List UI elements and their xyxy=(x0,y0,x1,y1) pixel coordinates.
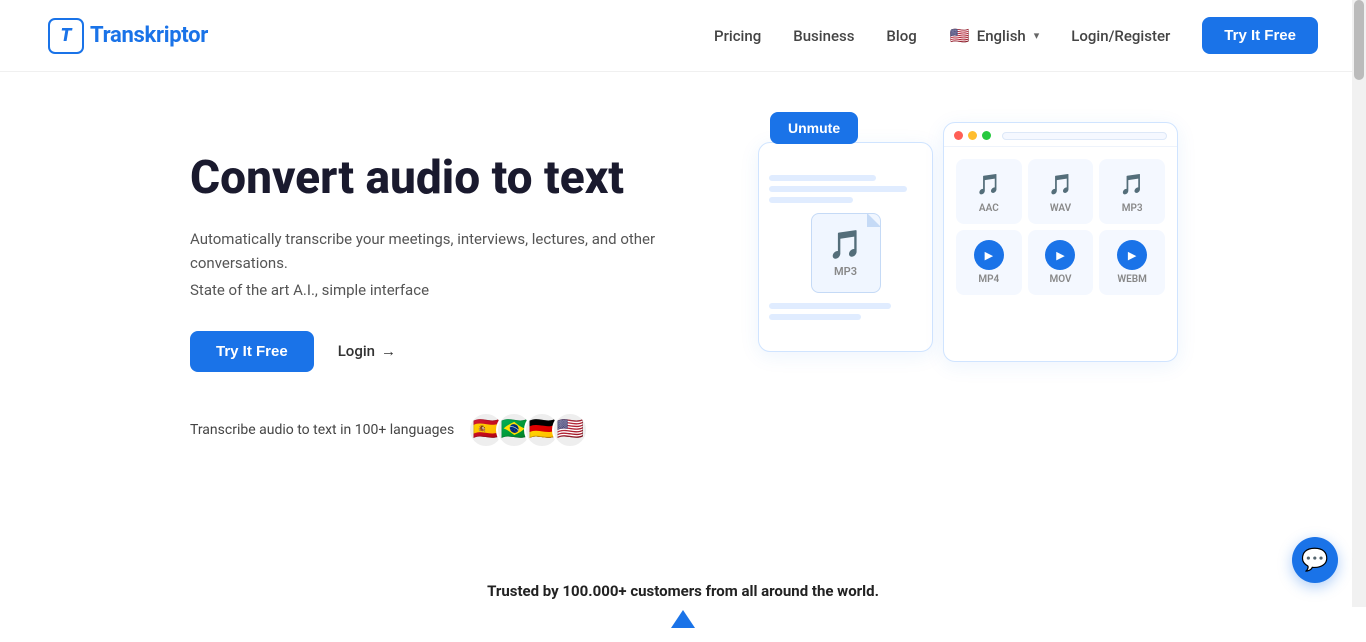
play-icon-mp4: ▶ xyxy=(974,240,1004,270)
hero-illustration: Unmute 🎵 MP3 xyxy=(710,122,1226,402)
logo[interactable]: T Transkriptor xyxy=(48,18,208,54)
format-aac: 🎵 AAC xyxy=(956,159,1022,224)
hero-description-2: State of the art A.I., simple interface xyxy=(190,281,710,299)
trusted-text: Trusted by 100.000+ customers from all a… xyxy=(0,582,1366,600)
flag-usa: 🇺🇸 xyxy=(552,412,588,448)
line-1 xyxy=(769,175,876,181)
play-icon-webm: ▶ xyxy=(1117,240,1147,270)
hero-title: Convert audio to text xyxy=(190,152,710,205)
flags-row: 🇪🇸 🇧🇷 🇩🇪 🇺🇸 xyxy=(468,412,588,448)
right-lines xyxy=(759,303,932,320)
line-2 xyxy=(769,186,907,192)
us-flag-icon: 🇺🇸 xyxy=(949,25,971,47)
line-3 xyxy=(769,197,853,203)
dot-green xyxy=(982,131,991,140)
language-selector[interactable]: 🇺🇸 English ▾ xyxy=(949,25,1040,47)
mov-label: MOV xyxy=(1049,274,1071,285)
audio-icon-wav: 🎵 xyxy=(1045,169,1075,199)
wav-label: WAV xyxy=(1050,203,1071,214)
login-register-link[interactable]: Login/Register xyxy=(1071,27,1170,45)
chat-icon: 💬 xyxy=(1301,548,1328,573)
mp3-label: MP3 xyxy=(834,265,857,278)
scrollbar-thumb[interactable] xyxy=(1354,0,1364,80)
format-webm: ▶ WEBM xyxy=(1099,230,1165,295)
left-lines xyxy=(759,175,932,203)
format-mp4: ▶ MP4 xyxy=(956,230,1022,295)
lang-label: Transcribe audio to text in 100+ languag… xyxy=(190,422,454,438)
line-4 xyxy=(769,303,891,309)
main-nav: Pricing Business Blog 🇺🇸 English ▾ Login… xyxy=(714,17,1318,54)
panel-header xyxy=(944,123,1177,147)
hero-left: Convert audio to text Automatically tran… xyxy=(190,132,710,448)
try-it-free-button-header[interactable]: Try It Free xyxy=(1202,17,1318,54)
scrollbar-track[interactable] xyxy=(1352,0,1366,607)
mp3-file-icon: 🎵 MP3 xyxy=(811,213,881,293)
login-link-hero[interactable]: Login → xyxy=(338,342,396,360)
login-text: Login xyxy=(338,342,375,360)
upload-panel: 🎵 MP3 xyxy=(758,142,933,352)
language-label: English xyxy=(977,27,1026,45)
arrow-up-icon xyxy=(671,610,695,628)
mp3-format-label: MP3 xyxy=(1122,203,1143,214)
trusted-section: Trusted by 100.000+ customers from all a… xyxy=(0,552,1366,642)
logo-text: Transkriptor xyxy=(90,23,208,48)
play-icon-mov: ▶ xyxy=(1045,240,1075,270)
illustration-wrap: 🎵 MP3 🎵 xyxy=(758,122,1178,402)
hero-section: Convert audio to text Automatically tran… xyxy=(0,72,1366,552)
webm-label: WEBM xyxy=(1117,274,1147,285)
nav-pricing[interactable]: Pricing xyxy=(714,27,761,45)
audio-icon-aac: 🎵 xyxy=(974,169,1004,199)
format-mov: ▶ MOV xyxy=(1028,230,1094,295)
line-5 xyxy=(769,314,861,320)
arrow-icon: → xyxy=(381,342,396,360)
search-bar[interactable] xyxy=(1002,132,1167,140)
dot-red xyxy=(954,131,963,140)
try-it-free-button-hero[interactable]: Try It Free xyxy=(190,331,314,372)
bottom-arrow-decoration xyxy=(0,600,1366,632)
unmute-button[interactable]: Unmute xyxy=(770,112,858,144)
language-row: Transcribe audio to text in 100+ languag… xyxy=(190,412,710,448)
nav-blog[interactable]: Blog xyxy=(886,27,916,45)
nav-business[interactable]: Business xyxy=(793,27,854,45)
header: T Transkriptor Pricing Business Blog 🇺🇸 … xyxy=(0,0,1366,72)
formats-grid: 🎵 AAC 🎵 WAV 🎵 MP3 ▶ MP4 xyxy=(944,147,1177,307)
format-wav: 🎵 WAV xyxy=(1028,159,1094,224)
format-mp3: 🎵 MP3 xyxy=(1099,159,1165,224)
music-note-icon: 🎵 xyxy=(828,228,863,261)
hero-buttons: Try It Free Login → xyxy=(190,331,710,372)
dot-yellow xyxy=(968,131,977,140)
hero-description-1: Automatically transcribe your meetings, … xyxy=(190,227,710,275)
mp4-label: MP4 xyxy=(978,274,999,285)
formats-panel: 🎵 AAC 🎵 WAV 🎵 MP3 ▶ MP4 xyxy=(943,122,1178,362)
audio-icon-mp3: 🎵 xyxy=(1117,169,1147,199)
logo-icon: T xyxy=(48,18,84,54)
aac-label: AAC xyxy=(979,203,999,214)
chat-bubble-button[interactable]: 💬 xyxy=(1292,537,1338,583)
chevron-down-icon: ▾ xyxy=(1034,29,1040,42)
